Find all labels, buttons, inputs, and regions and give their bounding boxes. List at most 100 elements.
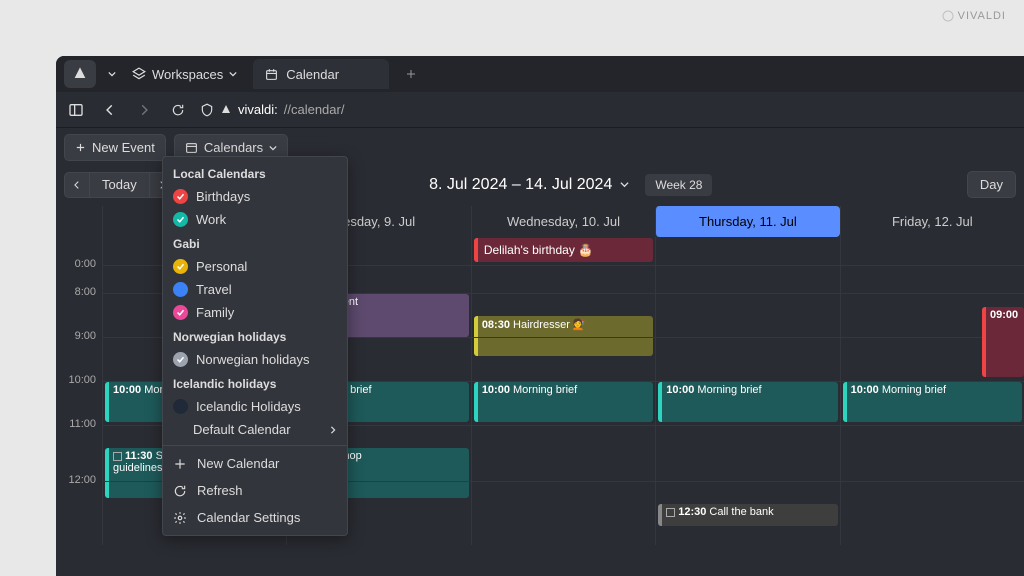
workspaces-label: Workspaces	[152, 67, 223, 82]
address-bar: vivaldi: //calendar/	[56, 92, 1024, 128]
time-cell[interactable]	[840, 425, 1024, 481]
calendar-toggle-item[interactable]: Icelandic Holidays	[163, 395, 347, 418]
chevron-right-icon	[137, 103, 151, 117]
url-path: //calendar/	[284, 102, 345, 117]
calendar-name: Norwegian holidays	[196, 352, 309, 367]
url-field[interactable]: vivaldi: //calendar/	[200, 102, 344, 117]
back-button[interactable]	[98, 98, 122, 122]
time-cell[interactable]: 10:00 Morning brief	[840, 381, 1024, 425]
refresh-action[interactable]: Refresh	[163, 477, 347, 504]
calendar-name: Work	[196, 212, 226, 227]
event-title: Delilah's birthday 🎂	[484, 243, 593, 257]
reload-icon	[171, 103, 185, 117]
calendar-toggle-item[interactable]: Norwegian holidays	[163, 348, 347, 371]
event-morning-brief[interactable]: 10:00 Morning brief	[658, 382, 837, 422]
day-header[interactable]: Wednesday, 10. Jul	[471, 206, 655, 237]
calendar-toolbar: New Event Calendars Local CalendarsBirth…	[56, 128, 1024, 167]
prev-period-button[interactable]	[64, 172, 90, 198]
chevron-down-icon	[229, 70, 237, 78]
week-badge: Week 28	[645, 174, 712, 196]
new-tab-button[interactable]	[397, 68, 425, 80]
time-cell[interactable]	[840, 481, 1024, 545]
chevron-right-icon	[329, 425, 337, 435]
layers-icon	[132, 67, 146, 81]
time-cell[interactable]: 12:30 Call the bank	[655, 481, 839, 545]
tab-label: Calendar	[286, 67, 339, 82]
allday-event-birthday[interactable]: Delilah's birthday 🎂	[474, 238, 653, 262]
new-event-label: New Event	[92, 140, 155, 155]
chevron-left-icon	[103, 103, 117, 117]
time-label: 8:00	[56, 286, 102, 330]
time-cell[interactable]	[471, 481, 655, 545]
chevron-down-icon	[620, 180, 629, 189]
view-day-button[interactable]: Day	[967, 171, 1016, 198]
vivaldi-menu-button[interactable]	[64, 60, 96, 88]
plus-icon	[75, 142, 86, 153]
date-navigation: Today	[64, 172, 175, 198]
calendars-dropdown: Local Calendars Birthdays Work Gabi Personal…	[162, 156, 348, 536]
new-event-button[interactable]: New Event	[64, 134, 166, 161]
date-range[interactable]: 8. Jul 2024 – 14. Jul 2024	[429, 176, 629, 194]
time-cell[interactable]	[471, 265, 655, 293]
reload-icon	[173, 484, 187, 498]
day-header[interactable]: Thursday, 11. Jul	[655, 206, 839, 237]
calendar-toggle-item[interactable]: Birthdays	[163, 185, 347, 208]
day-header[interactable]: Friday, 12. Jul	[840, 206, 1024, 237]
time-cell[interactable]	[655, 265, 839, 293]
time-cell[interactable]: 10:00 Morning brief	[471, 381, 655, 425]
workspaces-menu[interactable]: Workspaces	[122, 67, 247, 82]
forward-button[interactable]	[132, 98, 156, 122]
time-label: 0:00	[56, 258, 102, 286]
tab-bar: Workspaces Calendar	[56, 56, 1024, 92]
dropdown-section-header: Norwegian holidays	[163, 324, 347, 348]
calendar-settings-action[interactable]: Calendar Settings	[163, 504, 347, 531]
time-label: 12:00	[56, 474, 102, 538]
event-morning-brief[interactable]: 10:00 Morning brief	[843, 382, 1022, 422]
tab-calendar[interactable]: Calendar	[253, 59, 389, 89]
dropdown-section-header: Icelandic holidays	[163, 371, 347, 395]
time-label: 9:00	[56, 330, 102, 374]
calendars-label: Calendars	[204, 140, 263, 155]
time-cell[interactable]	[655, 293, 839, 337]
calendar-toggle-item[interactable]: Family	[163, 301, 347, 324]
event-call-bank[interactable]: 12:30 Call the bank	[658, 504, 837, 526]
plus-icon	[173, 457, 187, 471]
calendar-name: Personal	[196, 259, 247, 274]
event-partial[interactable]: 09:00	[982, 307, 1024, 377]
vivaldi-icon	[220, 104, 232, 116]
calendar-icon	[185, 141, 198, 154]
time-cell[interactable]: 10:00 Morning brief	[655, 381, 839, 425]
calendar-name: Icelandic Holidays	[196, 399, 301, 414]
time-cell[interactable]	[840, 265, 1024, 293]
time-cell[interactable]: 08:30 Hairdresser 💇	[471, 293, 655, 337]
calendar-toggle-item[interactable]: Work	[163, 208, 347, 231]
calendar-name: Birthdays	[196, 189, 250, 204]
reload-button[interactable]	[166, 98, 190, 122]
time-cell[interactable]	[471, 425, 655, 481]
plus-icon	[405, 68, 417, 80]
event-morning-brief[interactable]: 10:00 Morning brief	[474, 382, 653, 422]
calendar-name: Family	[196, 305, 234, 320]
date-range-text: 8. Jul 2024 – 14. Jul 2024	[429, 176, 612, 194]
today-button[interactable]: Today	[90, 172, 149, 198]
time-label: 11:00	[56, 418, 102, 474]
dropdown-section-header: Local Calendars	[163, 161, 347, 185]
time-cell[interactable]	[471, 337, 655, 381]
time-cell[interactable]	[655, 425, 839, 481]
default-calendar-item[interactable]: Default Calendar	[163, 418, 347, 441]
url-domain: vivaldi:	[238, 102, 278, 117]
tab-menu-dropdown[interactable]	[102, 70, 122, 78]
calendar-name: Travel	[196, 282, 232, 297]
vivaldi-brand: VIVALDI	[942, 10, 1006, 22]
browser-window: Workspaces Calendar vivaldi: //calendar/	[56, 56, 1024, 576]
dropdown-section-header: Gabi	[163, 231, 347, 255]
shield-icon	[200, 103, 214, 117]
chevron-left-icon	[72, 180, 82, 190]
gear-icon	[173, 511, 187, 525]
time-label: 10:00	[56, 374, 102, 418]
time-cell[interactable]	[655, 337, 839, 381]
panel-toggle-button[interactable]	[64, 98, 88, 122]
new-calendar-action[interactable]: New Calendar	[163, 450, 347, 477]
calendar-toggle-item[interactable]: Personal	[163, 255, 347, 278]
calendar-toggle-item[interactable]: Travel	[163, 278, 347, 301]
